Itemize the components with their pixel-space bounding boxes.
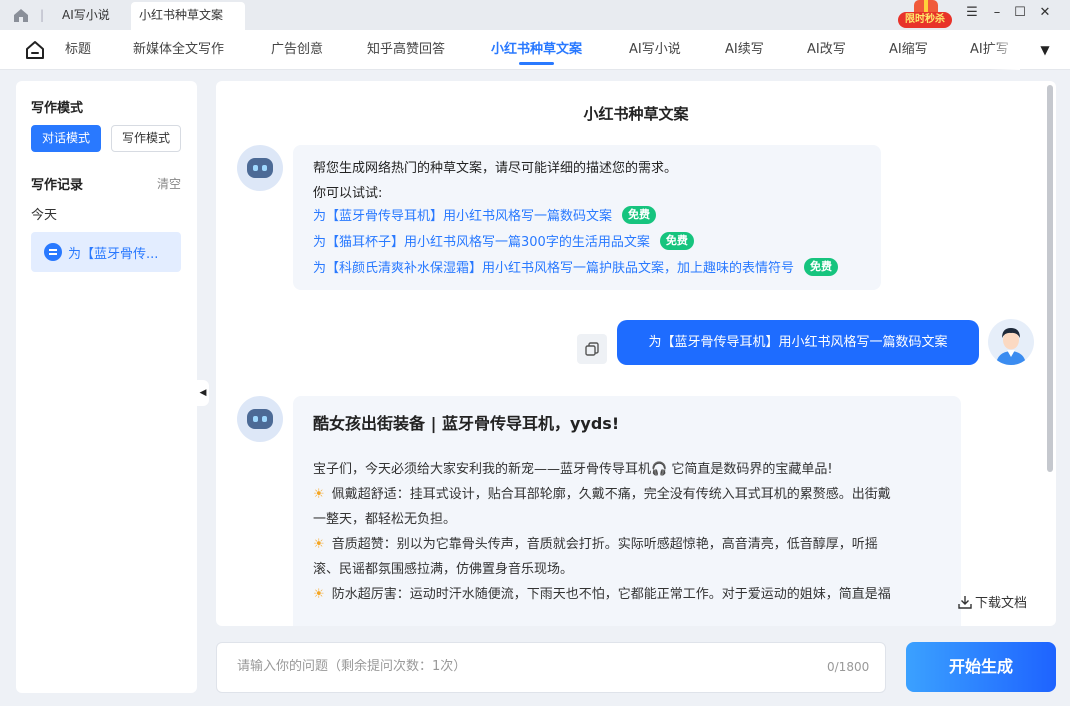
user-avatar (988, 319, 1034, 365)
nav-item-ai-shorten[interactable]: AI缩写 (889, 30, 928, 70)
sun-icon: ☀ (313, 537, 325, 552)
user-avatar-icon (996, 328, 1026, 365)
free-badge: 免费 (659, 232, 694, 250)
nav-item-ai-novel[interactable]: AI写小说 (629, 30, 681, 70)
nav-item-zhihu[interactable]: 知乎高赞回答 (367, 30, 445, 70)
char-counter: 0/1800 (827, 660, 870, 674)
answer-title: 酷女孩出街装备 | 蓝牙骨传导耳机，yyds! (313, 414, 620, 433)
free-badge: 免费 (804, 258, 839, 276)
answer-line: ☀ 音质超赞：别以为它靠骨头传声，音质就会打折。实际听感超惊艳，高音清亮，低音醇… (313, 537, 878, 552)
clear-records-button[interactable]: 清空 (157, 175, 181, 192)
nav-item-xiaohongshu[interactable]: 小红书种草文案 (491, 30, 582, 70)
bot-answer-bubble: 酷女孩出街装备 | 蓝牙骨传导耳机，yyds! 宝子们，今天必须给大家安利我的新… (293, 396, 961, 626)
download-label: 下载文档 (975, 596, 1028, 611)
answer-line: ☀ 防水超厉害：运动时汗水随便流，下雨天也不怕，它都能正常工作。对于爱运动的姐妹… (313, 587, 891, 602)
minimize-icon[interactable]: – (986, 4, 1008, 22)
download-icon (958, 596, 972, 609)
nav-item-new-media[interactable]: 新媒体全文写作 (133, 30, 224, 70)
dialog-mode-button[interactable]: 对话模式 (31, 125, 101, 152)
suggestion-item[interactable]: 为【科颜氏清爽补水保湿霜】用小红书风格写一篇护肤品文案，加上趣味的表情符号 免费 (313, 257, 839, 276)
suggestion-text: 为【蓝牙骨传导耳机】用小红书风格写一篇数码文案 (313, 209, 613, 224)
window-tab-ai-novel[interactable]: AI写小说× (54, 2, 130, 48)
collapse-sidebar-icon[interactable]: ◀ (197, 380, 209, 406)
maximize-icon[interactable]: ☐ (1009, 4, 1031, 22)
robot-icon (247, 409, 273, 429)
answer-line: 一整天，都轻松无负担。 (313, 512, 457, 527)
free-badge: 免费 (622, 206, 657, 224)
answer-line: ☀ 佩戴超舒适：挂耳式设计，贴合耳部轮廓，久戴不痛，完全没有传统入耳式耳机的累赘… (313, 487, 891, 502)
copy-button[interactable] (577, 334, 607, 364)
question-input[interactable] (237, 659, 797, 674)
answer-line: 滚、民谣都氛围感拉满，仿佛置身音乐现场。 (313, 562, 574, 577)
window-titlebar: | AI写小说× 小红书种草文案× 限时秒杀 ☰ – ☐ ✕ (0, 0, 1070, 48)
user-message: 为【蓝牙骨传导耳机】用小红书风格写一篇数码文案 (617, 320, 979, 365)
nav-item-ai-continue[interactable]: AI续写 (725, 30, 764, 70)
robot-icon (247, 158, 273, 178)
writing-mode-title: 写作模式 (31, 101, 84, 116)
window-tab-label: 小红书种草文案 (139, 8, 224, 22)
answer-line: 宝子们，今天必须给大家安利我的新宠——蓝牙骨传导耳机🎧 它简直是数码界的宝藏单品… (313, 462, 833, 477)
scrollbar-thumb[interactable] (1047, 85, 1053, 472)
suggestion-text: 为【猫耳杯子】用小红书风格写一篇300字的生活用品文案 (313, 235, 650, 250)
writing-mode-button[interactable]: 写作模式 (111, 125, 181, 152)
records-group-today: 今天 (31, 208, 58, 223)
bot-avatar (237, 145, 283, 191)
chevron-down-icon[interactable]: ▼ (1030, 30, 1060, 70)
question-input-box: 0/1800 (216, 642, 886, 693)
record-item-label: 为【蓝牙骨传... (68, 247, 159, 262)
sun-icon: ☀ (313, 487, 325, 502)
sun-icon: ☀ (313, 587, 325, 602)
close-window-icon[interactable]: ✕ (1034, 4, 1056, 22)
scrollbar[interactable] (1045, 81, 1056, 626)
page-title: 小红书种草文案 (583, 105, 689, 123)
bot-avatar (237, 396, 283, 442)
bot-intro-bubble: 帮您生成网络热门的种草文案，请尽可能详细的描述您的需求。 你可以试试: 为【蓝牙… (293, 145, 881, 290)
record-item[interactable]: 为【蓝牙骨传... (31, 232, 181, 272)
nav-item-title[interactable]: 标题 (65, 30, 91, 70)
suggestion-item[interactable]: 为【猫耳杯子】用小红书风格写一篇300字的生活用品文案 免费 (313, 231, 694, 250)
window-tab-label: AI写小说 (62, 8, 110, 22)
nav-item-ai-rewrite[interactable]: AI改写 (807, 30, 846, 70)
window-tab-xiaohongshu[interactable]: 小红书种草文案× (131, 2, 245, 48)
sidebar: 写作模式 对话模式 写作模式 写作记录 清空 今天 为【蓝牙骨传... (16, 81, 197, 693)
try-label: 你可以试试: (313, 186, 383, 201)
top-nav: 标题 新媒体全文写作 广告创意 知乎高赞回答 小红书种草文案 AI写小说 AI续… (0, 30, 1070, 70)
start-generate-button[interactable]: 开始生成 (906, 642, 1056, 692)
home-icon[interactable] (12, 6, 30, 24)
suggestion-item[interactable]: 为【蓝牙骨传导耳机】用小红书风格写一篇数码文案 免费 (313, 205, 657, 224)
home-icon[interactable] (24, 39, 46, 61)
document-icon (44, 243, 62, 261)
copy-icon (585, 342, 599, 356)
nav-fade (990, 30, 1020, 70)
flash-sale-promo[interactable]: 限时秒杀 (898, 0, 952, 30)
promo-label: 限时秒杀 (898, 12, 952, 28)
menu-icon[interactable]: ☰ (961, 4, 983, 22)
writing-records-title: 写作记录 (31, 178, 84, 193)
tab-separator: | (40, 8, 45, 22)
nav-item-ad-creative[interactable]: 广告创意 (271, 30, 323, 70)
chat-panel: 小红书种草文案 帮您生成网络热门的种草文案，请尽可能详细的描述您的需求。 你可以… (216, 81, 1056, 626)
download-document-button[interactable]: 下载文档 (958, 592, 1027, 611)
suggestion-text: 为【科颜氏清爽补水保湿霜】用小红书风格写一篇护肤品文案，加上趣味的表情符号 (313, 261, 795, 276)
intro-text: 帮您生成网络热门的种草文案，请尽可能详细的描述您的需求。 (313, 161, 678, 176)
